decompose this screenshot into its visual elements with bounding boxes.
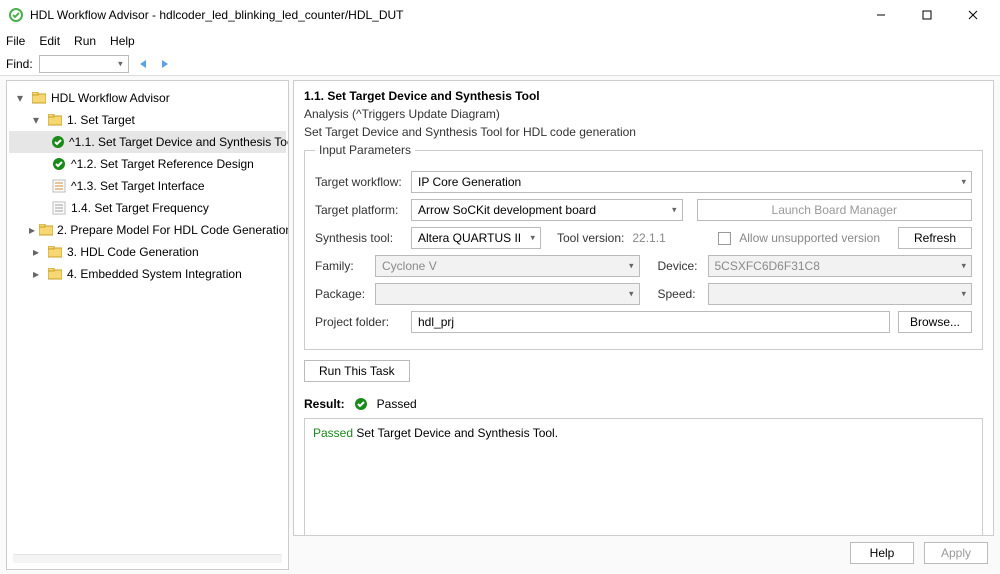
chevron-down-icon: ▾ bbox=[530, 233, 535, 244]
tree-label: ^1.2. Set Target Reference Design bbox=[71, 157, 254, 171]
label-workflow: Target workflow: bbox=[315, 175, 403, 189]
expander-icon[interactable]: ▸ bbox=[29, 245, 43, 259]
folder-icon bbox=[31, 90, 47, 106]
chevron-down-icon: ▾ bbox=[961, 177, 966, 188]
find-next-icon[interactable] bbox=[157, 56, 173, 72]
result-status: Passed bbox=[377, 397, 417, 411]
project-folder-input[interactable]: hdl_prj bbox=[411, 311, 890, 333]
tree-pane: ▾ HDL Workflow Advisor ▾ 1. Set Target ^… bbox=[6, 80, 289, 570]
tree-root[interactable]: ▾ HDL Workflow Advisor bbox=[9, 87, 286, 109]
check-icon bbox=[353, 396, 369, 412]
label-platform: Target platform: bbox=[315, 203, 403, 217]
chevron-down-icon: ▾ bbox=[629, 261, 634, 272]
result-passed: Passed bbox=[313, 426, 353, 440]
device-value: 5CSXFC6D6F31C8 bbox=[715, 259, 820, 273]
chevron-down-icon: ▾ bbox=[961, 289, 966, 300]
project-value: hdl_prj bbox=[418, 315, 454, 329]
expander-icon[interactable]: ▾ bbox=[29, 113, 43, 127]
folder-icon bbox=[47, 244, 63, 260]
chevron-down-icon: ▾ bbox=[672, 205, 677, 216]
task-icon bbox=[51, 178, 67, 194]
apply-button[interactable]: Apply bbox=[924, 542, 988, 564]
toolver-value: 22.1.1 bbox=[632, 231, 665, 245]
platform-select[interactable]: Arrow SoCKit development board ▾ bbox=[411, 199, 683, 221]
tree-label: 3. HDL Code Generation bbox=[67, 245, 199, 259]
maximize-button[interactable] bbox=[904, 0, 950, 30]
package-select: ▾ bbox=[375, 283, 640, 305]
family-value: Cyclone V bbox=[382, 259, 437, 273]
device-select: 5CSXFC6D6F31C8 ▾ bbox=[708, 255, 973, 277]
expander-icon[interactable]: ▸ bbox=[29, 267, 43, 281]
label-device: Device: bbox=[658, 259, 700, 273]
legend: Input Parameters bbox=[315, 143, 415, 157]
tree-label: ^1.3. Set Target Interface bbox=[71, 179, 205, 193]
label-speed: Speed: bbox=[658, 287, 700, 301]
tree-label: HDL Workflow Advisor bbox=[51, 91, 170, 105]
expander-icon[interactable]: ▸ bbox=[29, 223, 35, 237]
menu-file[interactable]: File bbox=[6, 34, 25, 48]
tree-label: 4. Embedded System Integration bbox=[67, 267, 242, 281]
tree-n4[interactable]: ▸ 4. Embedded System Integration bbox=[9, 263, 286, 285]
result-label: Result: bbox=[304, 397, 345, 411]
help-button[interactable]: Help bbox=[850, 542, 914, 564]
input-parameters-group: Input Parameters Target workflow: IP Cor… bbox=[304, 143, 983, 350]
platform-value: Arrow SoCKit development board bbox=[418, 203, 596, 217]
synth-value: Altera QUARTUS II bbox=[418, 231, 521, 245]
result-box: Passed Set Target Device and Synthesis T… bbox=[304, 418, 983, 536]
launch-board-manager-button[interactable]: Launch Board Manager bbox=[697, 199, 973, 221]
analysis-label: Analysis (^Triggers Update Diagram) bbox=[304, 107, 983, 121]
task-icon bbox=[51, 200, 67, 216]
result-text: Set Target Device and Synthesis Tool. bbox=[353, 426, 558, 440]
folder-icon bbox=[47, 266, 63, 282]
folder-icon bbox=[39, 222, 53, 238]
tree-n2[interactable]: ▸ 2. Prepare Model For HDL Code Generati… bbox=[9, 219, 286, 241]
family-select: Cyclone V ▾ bbox=[375, 255, 640, 277]
find-prev-icon[interactable] bbox=[135, 56, 151, 72]
find-label: Find: bbox=[6, 57, 33, 71]
browse-button[interactable]: Browse... bbox=[898, 311, 972, 333]
desc-label: Set Target Device and Synthesis Tool for… bbox=[304, 125, 983, 139]
allow-unsupported-checkbox[interactable] bbox=[718, 232, 731, 245]
tree-n1[interactable]: ▾ 1. Set Target bbox=[9, 109, 286, 131]
folder-icon bbox=[47, 112, 63, 128]
chevron-down-icon: ▾ bbox=[961, 261, 966, 272]
tree-label: ^1.1. Set Target Device and Synthesis To… bbox=[69, 135, 288, 149]
expander-icon[interactable]: ▾ bbox=[13, 91, 27, 105]
speed-select: ▾ bbox=[708, 283, 973, 305]
chevron-down-icon: ▾ bbox=[629, 289, 634, 300]
find-input[interactable]: ▾ bbox=[39, 55, 129, 73]
label-package: Package: bbox=[315, 287, 367, 301]
panel-heading: 1.1. Set Target Device and Synthesis Too… bbox=[304, 89, 983, 103]
tree-label: 2. Prepare Model For HDL Code Generation bbox=[57, 223, 288, 237]
workflow-value: IP Core Generation bbox=[418, 175, 521, 189]
menu-help[interactable]: Help bbox=[110, 34, 135, 48]
label-project: Project folder: bbox=[315, 315, 403, 329]
tree-n3[interactable]: ▸ 3. HDL Code Generation bbox=[9, 241, 286, 263]
tree-label: 1. Set Target bbox=[67, 113, 135, 127]
label-toolver: Tool version: bbox=[557, 231, 624, 245]
tree-n11[interactable]: ^1.1. Set Target Device and Synthesis To… bbox=[9, 131, 286, 153]
check-icon bbox=[51, 156, 67, 172]
check-icon bbox=[51, 134, 65, 150]
tree-label: 1.4. Set Target Frequency bbox=[71, 201, 209, 215]
synth-select[interactable]: Altera QUARTUS II ▾ bbox=[411, 227, 541, 249]
tree-n12[interactable]: ^1.2. Set Target Reference Design bbox=[9, 153, 286, 175]
label-allow: Allow unsupported version bbox=[739, 231, 880, 245]
menu-edit[interactable]: Edit bbox=[39, 34, 60, 48]
workflow-select[interactable]: IP Core Generation ▾ bbox=[411, 171, 972, 193]
app-icon bbox=[8, 7, 24, 23]
run-this-task-button[interactable]: Run This Task bbox=[304, 360, 410, 382]
horizontal-scrollbar[interactable] bbox=[13, 554, 282, 563]
window-title: HDL Workflow Advisor - hdlcoder_led_blin… bbox=[30, 8, 404, 22]
label-synth: Synthesis tool: bbox=[315, 231, 403, 245]
close-button[interactable] bbox=[950, 0, 996, 30]
menu-run[interactable]: Run bbox=[74, 34, 96, 48]
tree-n13[interactable]: ^1.3. Set Target Interface bbox=[9, 175, 286, 197]
minimize-button[interactable] bbox=[858, 0, 904, 30]
label-family: Family: bbox=[315, 259, 367, 273]
refresh-button[interactable]: Refresh bbox=[898, 227, 972, 249]
tree-n14[interactable]: 1.4. Set Target Frequency bbox=[9, 197, 286, 219]
